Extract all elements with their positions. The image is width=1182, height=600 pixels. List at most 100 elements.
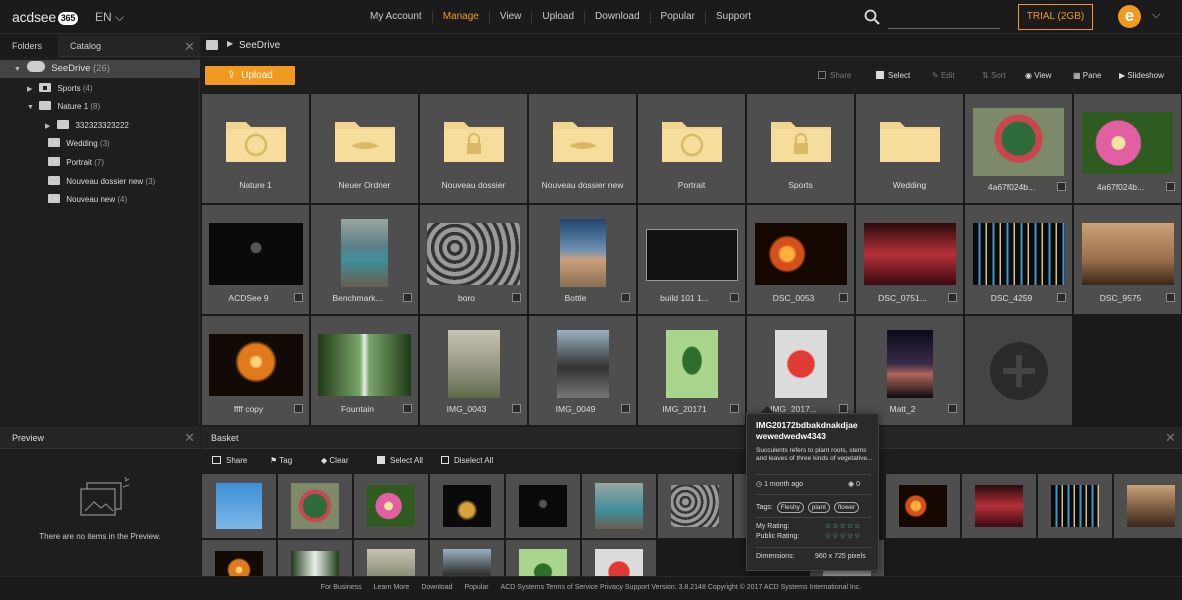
image-tile[interactable]: boro (420, 205, 527, 314)
search-icon[interactable] (864, 9, 880, 25)
basket-item[interactable] (430, 474, 504, 538)
basket-item[interactable] (886, 474, 960, 538)
view-button[interactable]: ◉ View (1025, 71, 1051, 80)
folder-tile[interactable]: Nature 1 (202, 94, 309, 203)
expand-arrow-icon[interactable]: ▶ (45, 118, 55, 136)
search-input[interactable] (888, 28, 1000, 29)
pane-button[interactable]: ▦ Pane (1073, 71, 1101, 80)
image-tile[interactable]: ACDSee 9 (202, 205, 309, 314)
basket-item[interactable] (582, 474, 656, 538)
footer-link[interactable]: Learn More (374, 584, 410, 591)
select-checkbox[interactable] (1166, 293, 1175, 302)
select-checkbox[interactable] (621, 293, 630, 302)
breadcrumb-item[interactable]: SeeDrive (239, 40, 280, 51)
basket-item[interactable] (582, 540, 656, 576)
image-tile[interactable]: Fountain (311, 316, 418, 425)
basket-item[interactable] (354, 540, 428, 576)
nav-download[interactable]: Download (585, 11, 651, 23)
basket-clear-button[interactable]: ◆ Clear (321, 456, 349, 465)
folder-tile[interactable]: Nouveau dossier new (529, 94, 636, 203)
nav-my-account[interactable]: My Account (360, 11, 433, 23)
image-tile[interactable]: DSC_0053 (747, 205, 854, 314)
footer-link[interactable]: For Business (321, 584, 362, 591)
tree-item-portrait[interactable]: Portrait (7) (0, 154, 200, 172)
tree-item-seedrive[interactable]: ▼ SeeDrive (26) (0, 60, 200, 78)
upload-button[interactable]: ⇪ Upload (205, 66, 295, 85)
basket-item[interactable] (506, 540, 580, 576)
select-checkbox[interactable] (403, 404, 412, 413)
folder-tile[interactable]: Portrait (638, 94, 745, 203)
image-tile[interactable]: Bottle (529, 205, 636, 314)
expand-arrow-icon[interactable]: ▼ (27, 99, 37, 117)
select-checkbox[interactable] (1166, 182, 1175, 191)
nav-view[interactable]: View (490, 11, 533, 23)
image-tile[interactable]: IMG_20171 (638, 316, 745, 425)
select-checkbox[interactable] (1057, 182, 1066, 191)
nav-upload[interactable]: Upload (532, 11, 586, 23)
sort-button[interactable]: ⇅ Sort (982, 71, 1006, 80)
chevron-down-icon[interactable]: ⌵ (1152, 9, 1160, 22)
basket-item[interactable] (278, 540, 352, 576)
image-tile[interactable]: build 101 1... (638, 205, 745, 314)
tree-item-nature-1[interactable]: ▼ Nature 1 (8) (0, 98, 200, 116)
basket-item[interactable] (354, 474, 428, 538)
tag-chip[interactable]: Fleshy (776, 502, 804, 513)
folder-tile[interactable]: Sports (747, 94, 854, 203)
edit-button[interactable]: ✎ Edit (932, 71, 955, 80)
tab-folders[interactable]: Folders (0, 35, 58, 57)
tree-item-wedding[interactable]: Wedding (3) (0, 135, 200, 153)
share-button[interactable]: Share (818, 71, 851, 80)
close-icon[interactable]: ✕ (1165, 430, 1176, 446)
select-button[interactable]: Select (876, 71, 910, 80)
basket-item[interactable] (202, 474, 276, 538)
folder-tile[interactable]: Wedding (856, 94, 963, 203)
slideshow-button[interactable]: ▶ Slideshow (1119, 71, 1164, 80)
folder-icon[interactable] (206, 40, 218, 50)
basket-item[interactable] (278, 474, 352, 538)
add-tile[interactable] (965, 316, 1072, 425)
image-tile[interactable]: 4a67f024b... (965, 94, 1072, 203)
expand-arrow-icon[interactable]: ▼ (14, 61, 24, 79)
nav-manage[interactable]: Manage (433, 11, 490, 23)
language-selector[interactable]: EN ⌵ (95, 10, 124, 25)
select-checkbox[interactable] (294, 293, 303, 302)
image-tile[interactable]: ffff copy (202, 316, 309, 425)
basket-share-button[interactable]: Share (212, 456, 247, 465)
tag-chip[interactable]: flower (833, 502, 860, 513)
basket-deselect-all-button[interactable]: Diselect All (441, 456, 493, 465)
basket-item[interactable] (430, 540, 504, 576)
select-checkbox[interactable] (948, 404, 957, 413)
tab-catalog[interactable]: Catalog (58, 35, 116, 57)
basket-item[interactable] (1114, 474, 1182, 538)
folder-tile[interactable]: Neuer Ordner (311, 94, 418, 203)
nav-support[interactable]: Support (706, 11, 761, 23)
tree-item-332323323222[interactable]: ▶ 332323323222 (0, 117, 200, 135)
image-tile[interactable]: DSC_9575 (1074, 205, 1181, 314)
select-checkbox[interactable] (512, 404, 521, 413)
avatar[interactable]: e (1118, 5, 1141, 28)
select-checkbox[interactable] (621, 404, 630, 413)
expand-arrow-icon[interactable]: ▶ (27, 81, 37, 99)
basket-item[interactable] (1038, 474, 1112, 538)
select-checkbox[interactable] (839, 293, 848, 302)
image-tile[interactable]: 4a67f024b... (1074, 94, 1181, 203)
select-checkbox[interactable] (294, 404, 303, 413)
select-checkbox[interactable] (512, 293, 521, 302)
basket-item[interactable] (506, 474, 580, 538)
folder-tile[interactable]: Nouveau dossier (420, 94, 527, 203)
select-checkbox[interactable] (730, 404, 739, 413)
select-checkbox[interactable] (948, 293, 957, 302)
tree-item-nouveau-new[interactable]: Nouveau new (4) (0, 191, 200, 209)
select-checkbox[interactable] (1057, 293, 1066, 302)
image-tile[interactable]: IMG_0049 (529, 316, 636, 425)
image-tile[interactable]: DSC_4259 (965, 205, 1072, 314)
select-checkbox[interactable] (839, 404, 848, 413)
footer-link[interactable]: Download (421, 584, 452, 591)
acdsee-logo[interactable]: acdsee 365 (12, 9, 78, 25)
close-icon[interactable]: ✕ (184, 430, 195, 446)
tree-item-sports[interactable]: ▶ Sports (4) (0, 80, 200, 98)
select-checkbox[interactable] (730, 293, 739, 302)
basket-item[interactable] (202, 540, 276, 576)
trial-button[interactable]: TRIAL (2GB) (1018, 4, 1093, 30)
image-tile[interactable]: DSC_0751... (856, 205, 963, 314)
